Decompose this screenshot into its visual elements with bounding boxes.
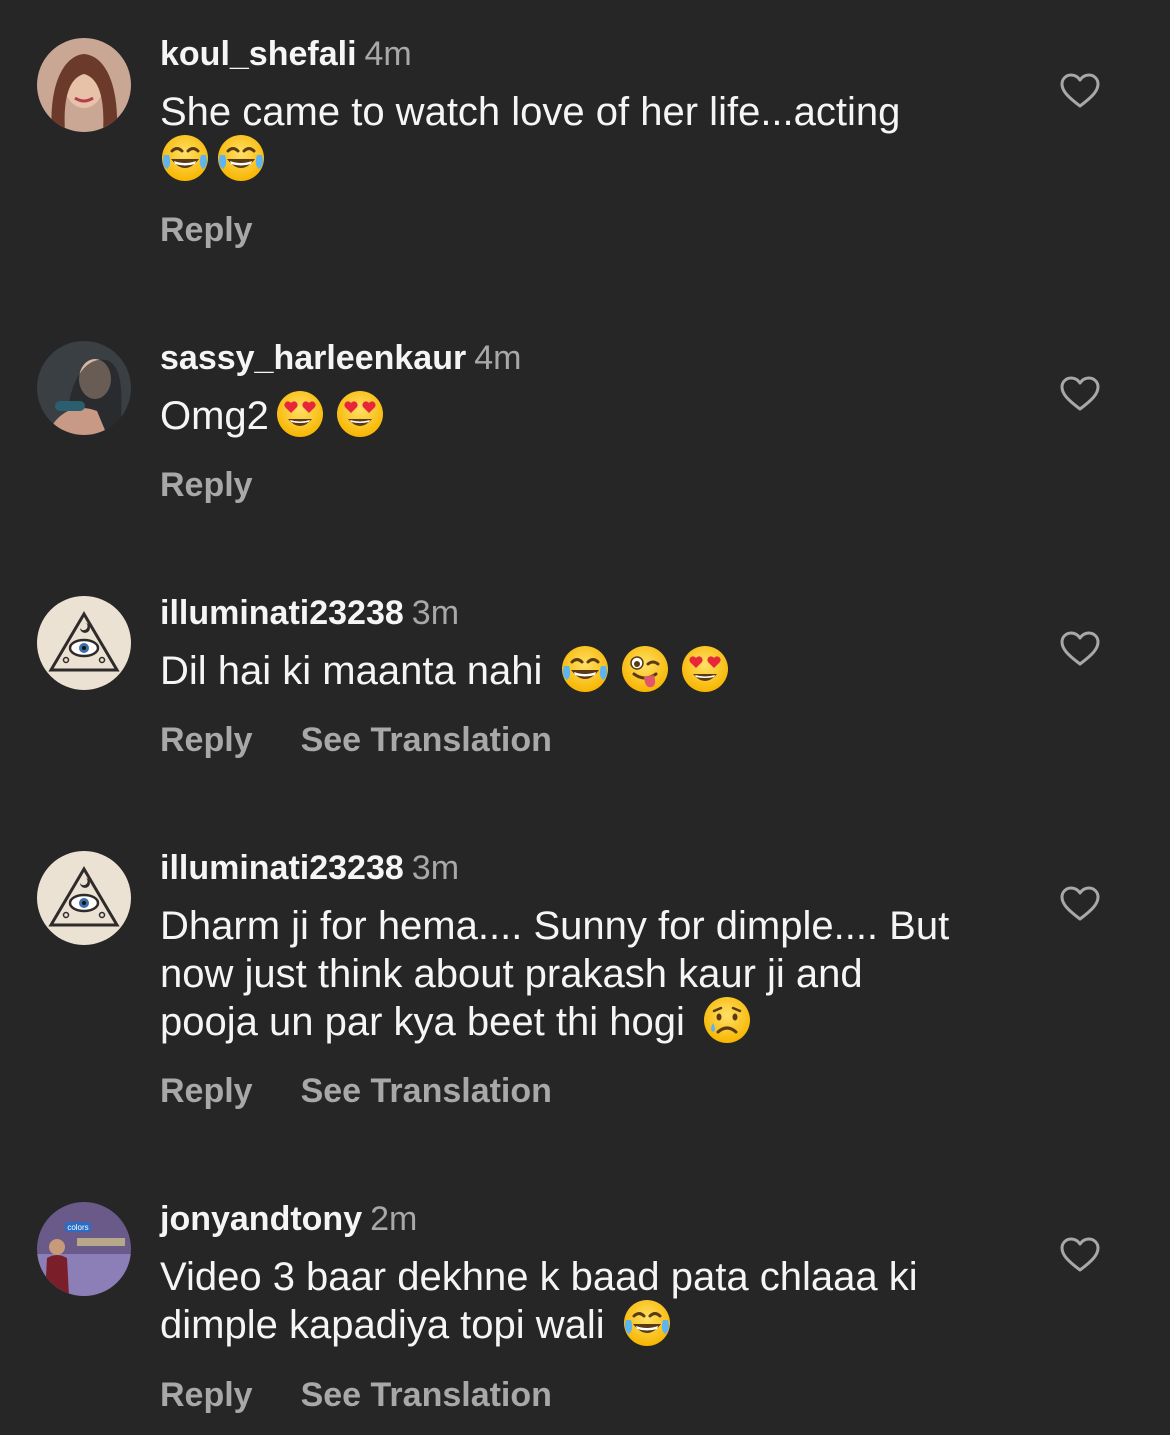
- reply-button[interactable]: Reply: [160, 466, 253, 504]
- comment-text-content: Dil hai ki maanta nahi: [160, 649, 554, 693]
- see-translation-button[interactable]: See Translation: [301, 1376, 552, 1414]
- heart-eyes-emoji-icon: [680, 644, 730, 694]
- see-translation-button[interactable]: See Translation: [301, 1072, 552, 1110]
- reply-button[interactable]: Reply: [160, 1376, 253, 1414]
- like-heart-icon[interactable]: [1058, 373, 1102, 417]
- timestamp: 4m: [474, 339, 522, 377]
- username[interactable]: jonyandtony: [160, 1200, 362, 1238]
- heart-eyes-emoji-icon: [275, 389, 325, 439]
- username[interactable]: koul_shefali: [160, 35, 357, 73]
- timestamp: 3m: [411, 594, 460, 632]
- comment-text-content: Dharm ji for hema.... Sunny for dimple..…: [160, 904, 950, 1044]
- joy-emoji-icon: [622, 1298, 672, 1348]
- avatar[interactable]: colors: [37, 1202, 131, 1296]
- avatar[interactable]: [37, 38, 131, 132]
- avatar[interactable]: [37, 341, 131, 435]
- timestamp: 4m: [364, 35, 412, 73]
- joy-emoji-icon: [160, 133, 210, 183]
- colors-logo-text: colors: [67, 1223, 88, 1232]
- timestamp: 2m: [370, 1200, 418, 1238]
- crying-emoji-icon: [702, 995, 752, 1045]
- heart-eyes-emoji-icon: [335, 389, 385, 439]
- like-heart-icon[interactable]: [1058, 628, 1102, 672]
- joy-emoji-icon: [216, 133, 266, 183]
- avatar[interactable]: [37, 596, 131, 690]
- comment-text: She came to watch love of her life...act…: [160, 88, 1020, 187]
- comment-text-content: She came to watch love of her life...act…: [160, 90, 901, 134]
- reply-button[interactable]: Reply: [160, 211, 253, 249]
- comment-text-content: Omg2: [160, 394, 269, 438]
- like-heart-icon[interactable]: [1058, 883, 1102, 927]
- username[interactable]: illuminati23238: [160, 594, 404, 632]
- like-heart-icon[interactable]: [1058, 1234, 1102, 1278]
- winking-tongue-emoji-icon: [620, 644, 670, 694]
- comment-text: Omg2: [160, 392, 1020, 443]
- like-heart-icon[interactable]: [1058, 70, 1102, 114]
- reply-button[interactable]: Reply: [160, 721, 253, 759]
- avatar[interactable]: [37, 851, 131, 945]
- username[interactable]: sassy_harleenkaur: [160, 339, 466, 377]
- joy-emoji-icon: [560, 644, 610, 694]
- comment-text: Dharm ji for hema.... Sunny for dimple..…: [160, 902, 960, 1049]
- timestamp: 3m: [411, 849, 460, 887]
- comment-text-content: Video 3 baar dekhne k baad pata chlaaa k…: [160, 1255, 918, 1347]
- see-translation-button[interactable]: See Translation: [301, 721, 552, 759]
- username[interactable]: illuminati23238: [160, 849, 404, 887]
- comment-text: Dil hai ki maanta nahi: [160, 647, 1020, 698]
- reply-button[interactable]: Reply: [160, 1072, 253, 1110]
- comment-text: Video 3 baar dekhne k baad pata chlaaa k…: [160, 1253, 1000, 1352]
